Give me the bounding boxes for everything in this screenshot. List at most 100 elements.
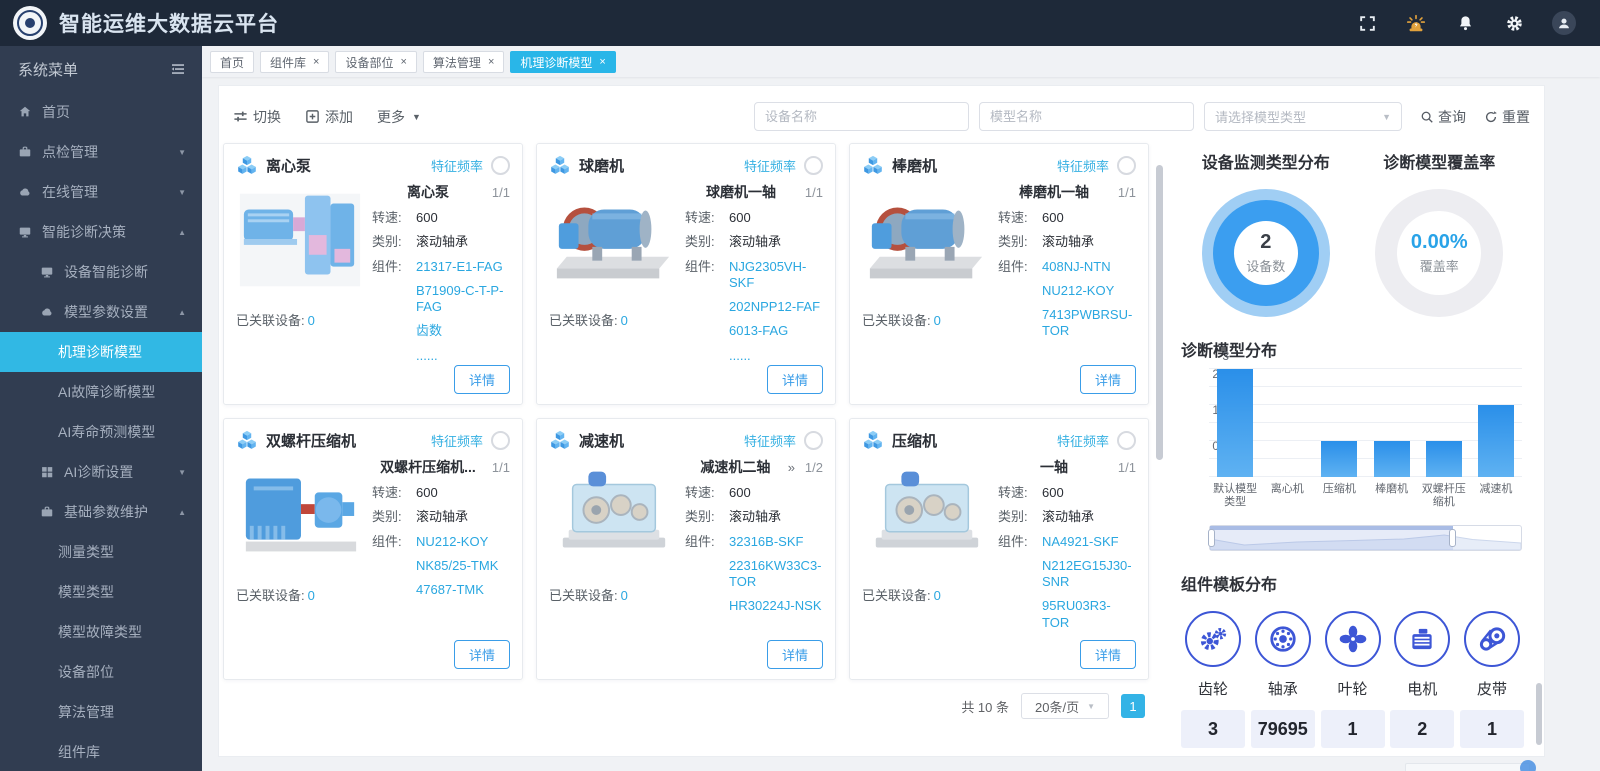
- device-name-input[interactable]: [754, 102, 969, 131]
- page-size-select[interactable]: 20条/页 ▼: [1021, 693, 1109, 719]
- bell-icon[interactable]: [1454, 12, 1476, 34]
- sidebar-item-model-type[interactable]: 模型类型: [0, 572, 202, 612]
- page-button-1[interactable]: 1: [1121, 694, 1145, 718]
- linked-devices-count[interactable]: 0: [308, 588, 315, 603]
- sidebar-collapse-icon[interactable]: [170, 61, 186, 77]
- component-label: [372, 582, 416, 598]
- sidebar-item-home[interactable]: 首页: [0, 92, 202, 132]
- feature-frequency-label[interactable]: 特征频率: [431, 156, 483, 175]
- sidebar-item-ai-diagnosis-settings[interactable]: AI诊断设置 ▼: [0, 452, 202, 492]
- model-type-select[interactable]: 请选择模型类型 ▼: [1204, 102, 1402, 131]
- tab-algorithm[interactable]: 算法管理 ×: [422, 51, 505, 73]
- datazoom-left-handle[interactable]: [1208, 529, 1215, 547]
- reset-button[interactable]: 重置: [1484, 107, 1530, 127]
- component-link[interactable]: 32316B-SKF: [729, 534, 803, 550]
- component-link[interactable]: ......: [416, 348, 438, 364]
- floating-assistant-icon[interactable]: [1520, 760, 1536, 771]
- sidebar-item-algorithm-mgmt[interactable]: 算法管理: [0, 692, 202, 732]
- fullscreen-icon[interactable]: [1356, 12, 1378, 34]
- tab-mechanism-model[interactable]: 机理诊断模型 ×: [510, 51, 616, 73]
- component-link[interactable]: N212EG15J30-SNR: [1042, 558, 1136, 591]
- component-link[interactable]: B71909-C-T-P-FAG: [416, 283, 510, 316]
- detail-button[interactable]: 详情: [766, 365, 823, 394]
- sidebar-item-ai-life-model[interactable]: AI寿命预测模型: [0, 412, 202, 452]
- model-name: 减速机二轴: [700, 459, 771, 475]
- feature-frequency-label[interactable]: 特征频率: [1057, 156, 1109, 175]
- floating-widget[interactable]: [1405, 763, 1530, 771]
- alarm-icon[interactable]: [1405, 12, 1427, 34]
- feature-frequency-label[interactable]: 特征频率: [1057, 431, 1109, 450]
- component-link[interactable]: 95RU03R3-TOR: [1042, 598, 1136, 631]
- gear-icon[interactable]: [1503, 12, 1525, 34]
- add-button[interactable]: 添加: [305, 107, 353, 127]
- component-link[interactable]: 7413PWBRSU-TOR: [1042, 307, 1136, 340]
- linked-devices-count[interactable]: 0: [308, 313, 315, 328]
- sidebar-item-label: 基础参数维护: [64, 504, 148, 520]
- feature-freq-radio[interactable]: [804, 155, 823, 175]
- tab-device-part[interactable]: 设备部位 ×: [335, 51, 417, 73]
- detail-button[interactable]: 详情: [453, 640, 510, 669]
- close-icon[interactable]: ×: [599, 56, 605, 68]
- sidebar-item-model-param-settings[interactable]: 模型参数设置 ▲: [0, 292, 202, 332]
- feature-freq-radio[interactable]: [1117, 430, 1136, 450]
- detail-button[interactable]: 详情: [1079, 640, 1136, 669]
- component-link[interactable]: 6013-FAG: [729, 323, 788, 339]
- detail-button[interactable]: 详情: [453, 365, 510, 394]
- switch-button[interactable]: 切换: [233, 107, 281, 127]
- sidebar-item-device-part[interactable]: 设备部位: [0, 652, 202, 692]
- component-link[interactable]: 47687-TMK: [416, 582, 484, 598]
- feature-freq-radio[interactable]: [1117, 155, 1136, 175]
- sidebar-item-basic-param-maintenance[interactable]: 基础参数维护 ▲: [0, 492, 202, 532]
- stats-scrollbar-thumb[interactable]: [1536, 683, 1542, 745]
- sidebar-item-component-lib[interactable]: 组件库: [0, 732, 202, 771]
- close-icon[interactable]: ×: [313, 56, 319, 68]
- component-link[interactable]: 202NPP12-FAF: [729, 299, 820, 315]
- equipment-image: [236, 180, 364, 298]
- component-link[interactable]: 408NJ-NTN: [1042, 259, 1111, 275]
- model-name-input[interactable]: [979, 102, 1194, 131]
- feature-freq-radio[interactable]: [491, 155, 510, 175]
- component-link[interactable]: 21317-E1-FAG: [416, 259, 503, 275]
- linked-devices-count[interactable]: 0: [621, 588, 628, 603]
- tab-component-lib[interactable]: 组件库 ×: [260, 51, 330, 73]
- component-link[interactable]: 齿数: [416, 323, 442, 339]
- feature-freq-radio[interactable]: [491, 430, 510, 450]
- close-icon[interactable]: ×: [400, 56, 406, 68]
- detail-button[interactable]: 详情: [1079, 365, 1136, 394]
- next-page-icon[interactable]: »: [788, 460, 795, 475]
- detail-button[interactable]: 详情: [766, 640, 823, 669]
- sidebar-item-intelligent-diagnosis[interactable]: 智能诊断决策 ▲: [0, 212, 202, 252]
- feature-frequency-label[interactable]: 特征频率: [744, 431, 796, 450]
- datazoom-right-handle[interactable]: [1448, 529, 1456, 547]
- sidebar-item-online-mgmt[interactable]: 在线管理 ▼: [0, 172, 202, 212]
- feature-freq-radio[interactable]: [804, 430, 823, 450]
- tab-home[interactable]: 首页: [210, 51, 255, 73]
- component-link[interactable]: NU212-KOY: [416, 534, 488, 550]
- chart-datazoom-slider[interactable]: [1208, 525, 1522, 551]
- component-link[interactable]: NK85/25-TMK: [416, 558, 498, 574]
- cubes-icon: [549, 429, 571, 451]
- scrollbar-thumb[interactable]: [1156, 165, 1163, 460]
- close-icon[interactable]: ×: [488, 56, 494, 68]
- sidebar-item-inspection-mgmt[interactable]: 点检管理 ▼: [0, 132, 202, 172]
- linked-devices-count[interactable]: 0: [621, 313, 628, 328]
- feature-frequency-label[interactable]: 特征频率: [431, 431, 483, 450]
- component-link[interactable]: NJG2305VH-SKF: [729, 259, 823, 292]
- component-link[interactable]: NA4921-SKF: [1042, 534, 1119, 550]
- feature-frequency-label[interactable]: 特征频率: [744, 156, 796, 175]
- sidebar-item-device-smart-diagnosis[interactable]: 设备智能诊断: [0, 252, 202, 292]
- sidebar-item-measure-type[interactable]: 测量类型: [0, 532, 202, 572]
- component-link[interactable]: NU212-KOY: [1042, 283, 1114, 299]
- sidebar-item-ai-fault-model[interactable]: AI故障诊断模型: [0, 372, 202, 412]
- more-button[interactable]: 更多 ▼: [377, 107, 421, 127]
- sidebar-item-model-fault-type[interactable]: 模型故障类型: [0, 612, 202, 652]
- user-avatar[interactable]: [1552, 11, 1576, 35]
- component-link[interactable]: HR30224J-NSK: [729, 598, 822, 614]
- component-link[interactable]: 22316KW33C3-TOR: [729, 558, 823, 591]
- cubes-icon: [862, 429, 884, 451]
- search-button[interactable]: 查询: [1420, 107, 1466, 127]
- linked-devices-count[interactable]: 0: [934, 588, 941, 603]
- sidebar-item-mechanism-model[interactable]: 机理诊断模型: [0, 332, 202, 372]
- component-link[interactable]: ......: [729, 348, 751, 364]
- linked-devices-count[interactable]: 0: [934, 313, 941, 328]
